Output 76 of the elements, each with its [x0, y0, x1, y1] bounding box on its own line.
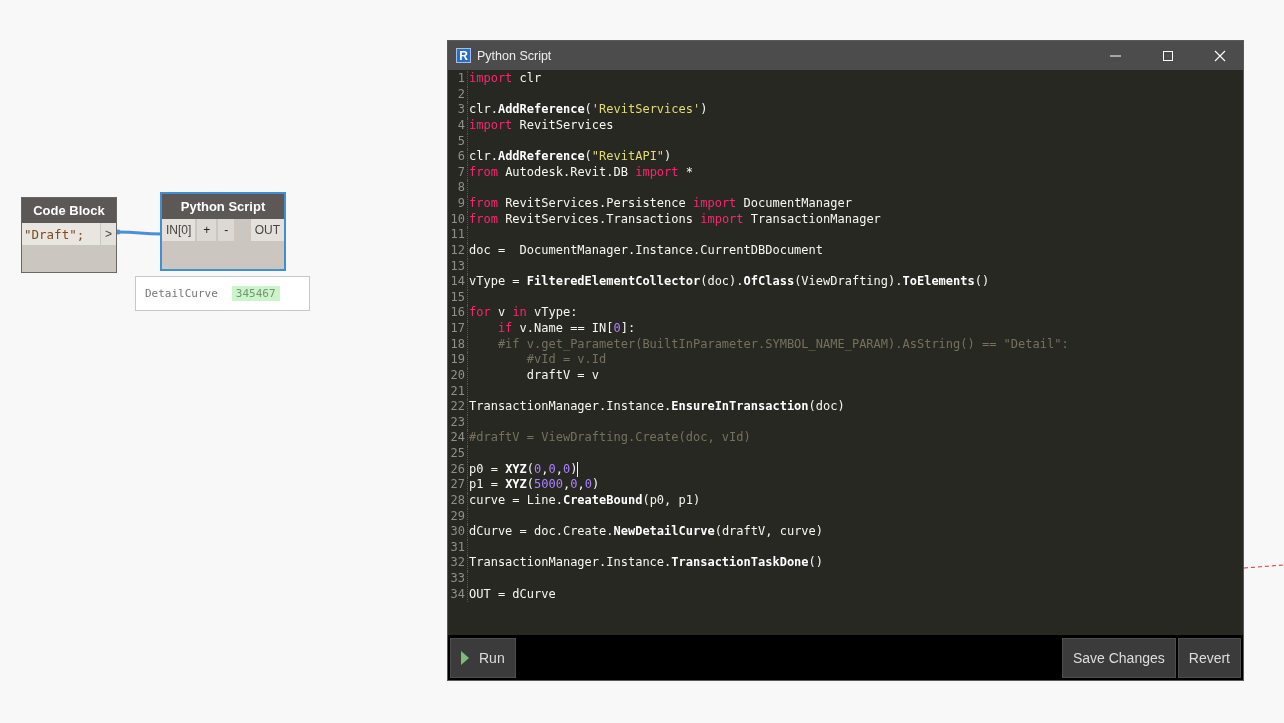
code-line: p0 = XYZ(0,0,0): [469, 461, 578, 478]
dashed-connector-line: [1243, 564, 1284, 569]
code-line: doc = DocumentManager.Instance.CurrentDBDocument: [469, 242, 823, 259]
code-line: from RevitServices.Persistence import DocumentManager: [469, 196, 852, 212]
line-number: 6: [448, 149, 468, 165]
preview-value: 345467: [231, 286, 280, 301]
code-line: import clr: [469, 71, 542, 87]
node-card[interactable]: Code Block "Draft"; >: [21, 197, 117, 273]
line-number: 11: [448, 227, 468, 243]
line-number: 16: [448, 305, 468, 321]
run-button[interactable]: Run: [450, 637, 516, 678]
code-line: from Autodesk.Revit.DB import *: [469, 164, 693, 181]
line-number: 27: [448, 477, 468, 493]
line-number: 30: [448, 524, 468, 540]
line-number: 19: [448, 352, 468, 368]
line-number: 3: [448, 102, 468, 118]
line-number: 32: [448, 555, 468, 571]
maximize-icon[interactable]: [1162, 49, 1174, 62]
code-line: TransactionManager.Instance.TransactionTaskDone(): [469, 555, 824, 571]
line-number: 5: [448, 133, 468, 150]
line-number: 8: [448, 180, 468, 196]
play-icon: [461, 650, 469, 665]
code-line: if v.Name == IN[0]:: [496, 321, 636, 337]
save-changes-button[interactable]: Save Changes: [1061, 637, 1176, 678]
line-number: 24: [448, 430, 468, 446]
code-line: #if v.get_Parameter(BuiltInParameter.SYMBOL_NAME_PARAM).AsString() == "Detail":: [496, 336, 1069, 353]
node-card[interactable]: Python Script IN[0] + - OUT: [160, 192, 286, 271]
line-number: 22: [448, 399, 468, 415]
window-title: Python Script: [477, 48, 553, 63]
line-number: 21: [448, 383, 468, 400]
line-number: 23: [448, 414, 468, 431]
line-number: 20: [448, 367, 468, 384]
code-line: p1 = XYZ(5000,0,0): [469, 477, 600, 493]
line-number: 1: [448, 71, 468, 87]
preview-type: DetailCurve: [145, 287, 218, 300]
code-input[interactable]: "Draft";: [22, 223, 101, 245]
line-number: 31: [448, 539, 468, 556]
code-line: clr.AddReference("RevitAPI"): [469, 149, 672, 165]
line-number: 25: [448, 446, 468, 462]
close-icon[interactable]: [1214, 49, 1226, 62]
line-number: 10: [448, 211, 468, 228]
remove-input-button[interactable]: -: [218, 219, 235, 241]
line-number: 18: [448, 336, 468, 353]
line-number: 26: [448, 461, 468, 478]
line-number: 4: [448, 117, 468, 134]
line-number: 12: [448, 242, 468, 259]
line-number: 9: [448, 196, 468, 212]
code-line: draftV = v: [525, 367, 600, 384]
code-line: clr.AddReference('RevitServices'): [469, 102, 708, 118]
code-line: vType = FilteredElementCollector(doc).OfClass(ViewDrafting).ToElements(): [469, 274, 990, 290]
revert-button[interactable]: Revert: [1177, 637, 1241, 678]
code-line: #draftV = ViewDrafting.Create(doc, vId): [469, 430, 751, 446]
code-line: OUT = dCurve: [469, 586, 556, 603]
line-number: 2: [448, 86, 468, 103]
line-number: 14: [448, 274, 468, 290]
line-number: 33: [448, 571, 468, 587]
line-number: 7: [448, 164, 468, 181]
line-number: 15: [448, 289, 468, 306]
line-number: 34: [448, 586, 468, 603]
app-logo-icon: R: [456, 48, 471, 63]
code-line: dCurve = doc.Create.NewDetailCurve(draftV, curve): [469, 524, 824, 540]
node-title: Code Block: [22, 198, 116, 223]
code-line: TransactionManager.Instance.EnsureInTransaction(doc): [469, 399, 845, 415]
code-line: curve = Line.CreateBound(p0, p1): [469, 492, 701, 509]
node-title: Python Script: [162, 194, 284, 219]
code-line: from RevitServices.Transactions import TransactionManager: [469, 211, 881, 228]
line-number: 29: [448, 508, 468, 525]
input-port[interactable]: IN[0]: [162, 219, 196, 241]
add-input-button[interactable]: +: [197, 219, 217, 241]
line-number: 17: [448, 321, 468, 337]
line-number: 28: [448, 492, 468, 509]
code-line: for v in vType:: [469, 305, 578, 321]
output-port[interactable]: OUT: [250, 219, 284, 241]
code-line: import RevitServices: [469, 117, 614, 134]
code-line: #vId = v.Id: [525, 352, 607, 368]
line-number: 13: [448, 258, 468, 275]
